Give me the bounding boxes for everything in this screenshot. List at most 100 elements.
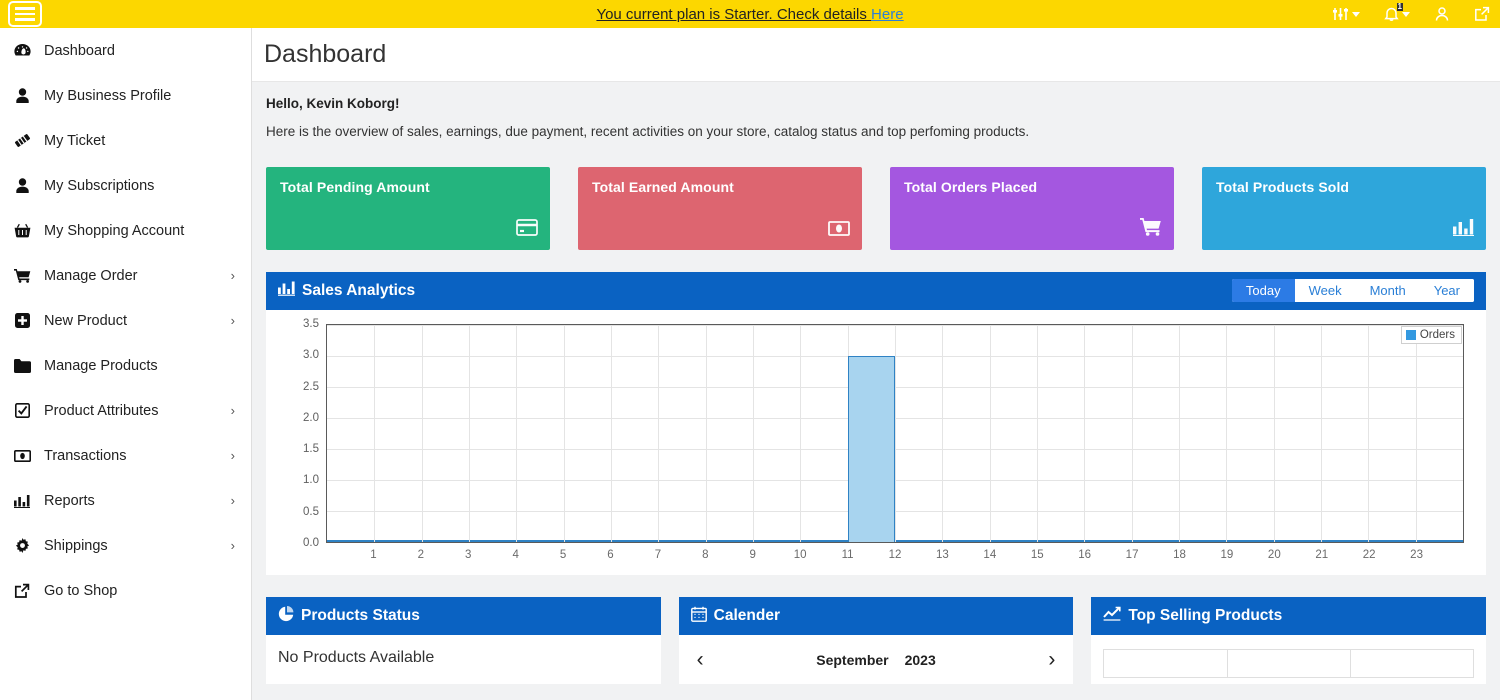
chevron-right-icon: › <box>230 538 235 553</box>
chart-x-tick-label: 15 <box>1030 549 1044 561</box>
line-chart-icon <box>1103 606 1121 626</box>
dashboard-icon <box>0 43 44 58</box>
sidebar-item-my-business-profile[interactable]: My Business Profile <box>0 73 251 118</box>
chart-x-tick-label: 2 <box>417 549 425 561</box>
sidebar-item-manage-products[interactable]: Manage Products <box>0 343 251 388</box>
chart-gridline-v <box>1179 325 1180 542</box>
sidebar-item-label: Dashboard <box>44 42 115 59</box>
chart-x-tick-label: 5 <box>559 549 567 561</box>
user-icon <box>0 88 44 103</box>
sidebar-item-transactions[interactable]: Transactions › <box>0 433 251 478</box>
plus-square-icon <box>0 313 44 328</box>
page-header: Dashboard <box>252 28 1500 82</box>
products-status-panel: Products Status No Products Available <box>266 597 661 684</box>
chart-x-tick-label: 22 <box>1362 549 1376 561</box>
chevron-down-icon <box>1402 11 1410 17</box>
sidebar-item-new-product[interactable]: New Product › <box>0 298 251 343</box>
chevron-right-icon: › <box>230 403 235 418</box>
notifications-bell-icon[interactable]: 1 <box>1384 3 1410 22</box>
chart-x-tick-label: 19 <box>1220 549 1234 561</box>
table-header-cell <box>1226 649 1351 678</box>
range-button-month[interactable]: Month <box>1355 279 1420 302</box>
chart-y-tick-label: 3.0 <box>303 349 319 362</box>
range-button-group: Today Week Month Year <box>1231 279 1474 302</box>
pie-chart-icon <box>278 605 294 627</box>
plan-banner-text: You current plan is Starter. Check detai… <box>596 5 872 23</box>
chart-x-tick-label: 13 <box>936 549 949 561</box>
chart-gridline-v <box>1273 325 1275 542</box>
sidebar-item-manage-order[interactable]: Manage Order › <box>0 253 251 298</box>
chart-bar <box>847 356 895 542</box>
stat-card-total-pending-amount[interactable]: Total Pending Amount <box>266 167 550 250</box>
top-selling-products-table <box>1103 649 1475 678</box>
sales-analytics-panel: Sales Analytics Today Week Month Year 0.… <box>266 272 1486 575</box>
sidebar-item-my-subscriptions[interactable]: My Subscriptions <box>0 163 251 208</box>
calendar-title: Calender <box>713 607 781 624</box>
sidebar-item-label: My Shopping Account <box>44 222 185 239</box>
calendar-next-button[interactable]: › <box>1048 649 1055 670</box>
top-selling-products-title: Top Selling Products <box>1128 607 1283 624</box>
chart-gridline-v <box>1037 325 1038 542</box>
legend-label-orders: Orders <box>1419 329 1455 341</box>
chart-y-tick-label: 1.0 <box>303 474 319 487</box>
user-icon <box>0 178 44 193</box>
chart-gridline-v <box>705 325 707 542</box>
chart-x-tick-label: 17 <box>1125 549 1139 561</box>
sales-analytics-title: Sales Analytics <box>302 282 416 299</box>
chart-x-tick-label: 6 <box>607 549 614 561</box>
sidebar-item-go-to-shop[interactable]: Go to Shop <box>0 568 251 613</box>
sidebar-item-shippings[interactable]: Shippings › <box>0 523 251 568</box>
chart-x-tick-label: 7 <box>654 549 662 561</box>
chart-y-tick-label: 2.0 <box>303 411 319 424</box>
chart-x-tick-label: 14 <box>983 549 997 561</box>
chart-x-tick-label: 8 <box>702 549 709 561</box>
cart-icon <box>1140 217 1162 242</box>
bar-chart-icon <box>1453 218 1474 242</box>
chevron-down-icon <box>1352 11 1360 17</box>
chart-x-tick-label: 20 <box>1267 549 1281 561</box>
stat-card-total-orders-placed[interactable]: Total Orders Placed <box>890 167 1174 250</box>
sidebar-item-dashboard[interactable]: Dashboard <box>0 28 251 73</box>
chart-gridline-v <box>563 325 565 542</box>
chart-gridline-v <box>942 325 944 542</box>
chart-x-tick-label: 21 <box>1315 549 1329 561</box>
greeting-hello: Hello, Kevin Koborg! <box>266 96 400 111</box>
range-button-today[interactable]: Today <box>1231 279 1295 302</box>
plan-banner[interactable]: You current plan is Starter. Check detai… <box>0 6 1500 23</box>
sidebar-item-reports[interactable]: Reports › <box>0 478 251 523</box>
stat-card-total-products-sold[interactable]: Total Products Sold <box>1202 167 1486 250</box>
chart-x-tick-label: 10 <box>793 549 807 561</box>
calendar-prev-button[interactable]: ‹ <box>697 649 704 670</box>
gear-icon <box>0 538 44 553</box>
stat-card-total-earned-amount[interactable]: Total Earned Amount <box>578 167 862 250</box>
sidebar-item-product-attributes[interactable]: Product Attributes › <box>0 388 251 433</box>
calendar-month: September <box>816 651 889 668</box>
external-link-icon <box>0 583 44 599</box>
chevron-right-icon: › <box>230 313 235 328</box>
plan-banner-link[interactable]: Here <box>871 6 904 23</box>
panel-title-group: Products Status <box>278 605 420 627</box>
user-account-icon[interactable] <box>1434 6 1450 22</box>
sidebar-item-my-shopping-account[interactable]: My Shopping Account <box>0 208 251 253</box>
credit-card-icon <box>516 219 538 242</box>
chart-gridline-v <box>516 325 518 542</box>
sidebar-item-label: New Product <box>44 312 128 329</box>
range-button-week[interactable]: Week <box>1294 279 1356 302</box>
top-selling-products-body <box>1091 635 1486 678</box>
chart-y-tick-label: 0.5 <box>303 505 319 518</box>
chart-x-tick-label: 3 <box>465 549 472 561</box>
sidebar-item-label: Transactions <box>44 447 127 464</box>
table-row <box>1103 649 1475 678</box>
table-header-cell <box>1103 649 1228 678</box>
chart-y-tick-label: 2.5 <box>303 380 319 393</box>
chart-gridline-v <box>469 325 470 542</box>
chart-gridline-v <box>800 325 802 542</box>
range-button-year[interactable]: Year <box>1419 279 1474 302</box>
sliders-icon[interactable] <box>1332 6 1360 22</box>
stat-card-title: Total Orders Placed <box>904 179 1038 195</box>
chevron-right-icon: › <box>230 493 235 508</box>
chevron-right-icon: › <box>230 268 235 283</box>
external-link-icon[interactable] <box>1474 6 1490 22</box>
sidebar-item-my-ticket[interactable]: My Ticket <box>0 118 251 163</box>
chart-gridline-v <box>895 325 896 542</box>
